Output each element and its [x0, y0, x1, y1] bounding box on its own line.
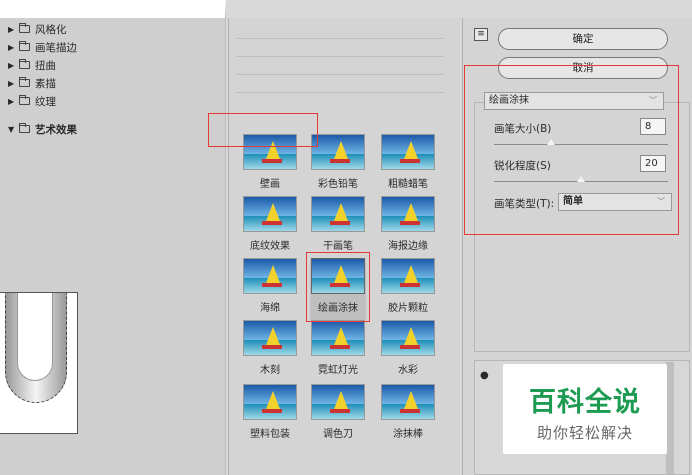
preview-shape-inner [17, 293, 53, 381]
filter-label: 涂抹棒 [393, 429, 423, 440]
filter-label: 海绵 [260, 303, 280, 314]
expand-arrow-icon: ▶ [8, 78, 15, 88]
expand-arrow-icon: ▶ [8, 96, 15, 106]
filter-thumbnail[interactable]: 霓虹灯光 [310, 320, 366, 382]
folder-icon [19, 23, 30, 33]
highlight-box-artistic [208, 113, 318, 147]
category-sketch[interactable]: ▶ 素描 [8, 74, 56, 92]
divider [236, 74, 444, 75]
filter-label: 塑料包装 [250, 429, 290, 440]
filter-preview-image [243, 384, 297, 420]
collapse-arrow-icon: ▼ [8, 124, 15, 134]
filter-thumbnail[interactable]: 海报边缘 [380, 196, 436, 258]
filter-label: 彩色铅笔 [318, 179, 358, 190]
filter-label: 调色刀 [323, 429, 353, 440]
filter-label: 粗糙蜡笔 [388, 179, 428, 190]
highlight-box-parameters [464, 65, 679, 235]
folder-icon [19, 77, 30, 87]
watermark-title: 百科全说 [529, 387, 641, 418]
folder-icon [19, 41, 30, 51]
filter-thumbnail[interactable]: 木刻 [242, 320, 298, 382]
watermark-subtitle: 助你轻松解决 [536, 424, 633, 442]
filter-preview-image [381, 384, 435, 420]
ok-button[interactable]: 确定 [498, 28, 668, 50]
category-brush-strokes[interactable]: ▶ 画笔描边 [8, 38, 77, 56]
category-artistic[interactable]: ▼ 艺术效果 [8, 120, 77, 138]
divider [236, 92, 444, 93]
filter-preview-image [381, 320, 435, 356]
highlight-box-selected-filter [306, 252, 370, 322]
filter-preview-image [243, 258, 297, 294]
filter-label: 水彩 [398, 365, 418, 376]
preview-document [0, 292, 78, 434]
filter-label: 木刻 [260, 365, 280, 376]
expand-arrow-icon: ▶ [8, 24, 15, 34]
filter-preview-image [311, 320, 365, 356]
filter-label: 干画笔 [323, 241, 353, 252]
filter-label: 胶片颗粒 [388, 303, 428, 314]
filter-label: 霓虹灯光 [318, 365, 358, 376]
folder-icon [19, 95, 30, 105]
category-stylize[interactable]: ▶ 风格化 [8, 20, 67, 38]
filter-preview-image [243, 196, 297, 232]
filter-thumbnail[interactable]: 干画笔 [310, 196, 366, 258]
watermark-logo: 百科全说 助你轻松解决 [503, 364, 667, 454]
filter-thumbnail[interactable]: 彩色铅笔 [310, 134, 366, 196]
folder-icon [19, 123, 30, 133]
category-texture[interactable]: ▶ 纹理 [8, 92, 56, 110]
category-distort[interactable]: ▶ 扭曲 [8, 56, 56, 74]
filter-thumbnail[interactable]: 塑料包装 [242, 384, 298, 446]
filter-thumbnail[interactable]: 调色刀 [310, 384, 366, 446]
eye-icon[interactable]: ● [480, 370, 489, 381]
filter-label: 壁画 [260, 179, 280, 190]
filter-label: 底纹效果 [250, 241, 290, 252]
divider [236, 56, 444, 57]
filter-thumbnail[interactable]: 底纹效果 [242, 196, 298, 258]
filter-preview-image [311, 134, 365, 170]
collapse-gallery-button[interactable]: ≡ [474, 28, 488, 41]
filter-preview-image [311, 196, 365, 232]
filter-preview-image [243, 320, 297, 356]
filter-preview-image [381, 196, 435, 232]
filter-thumbnail[interactable]: 粗糙蜡笔 [380, 134, 436, 196]
filter-thumbnail[interactable]: 水彩 [380, 320, 436, 382]
filter-thumbnail[interactable]: 海绵 [242, 258, 298, 320]
folder-icon [19, 59, 30, 69]
filter-thumbnail[interactable]: 胶片颗粒 [380, 258, 436, 320]
filter-thumbnail[interactable]: 涂抹棒 [380, 384, 436, 446]
divider [236, 38, 444, 39]
layers-scrollbar[interactable] [666, 362, 674, 474]
filter-preview-image [381, 134, 435, 170]
filter-label: 海报边缘 [388, 241, 428, 252]
expand-arrow-icon: ▶ [8, 42, 15, 52]
filter-preview-image [381, 258, 435, 294]
expand-arrow-icon: ▶ [8, 60, 15, 70]
filter-preview-image [311, 384, 365, 420]
